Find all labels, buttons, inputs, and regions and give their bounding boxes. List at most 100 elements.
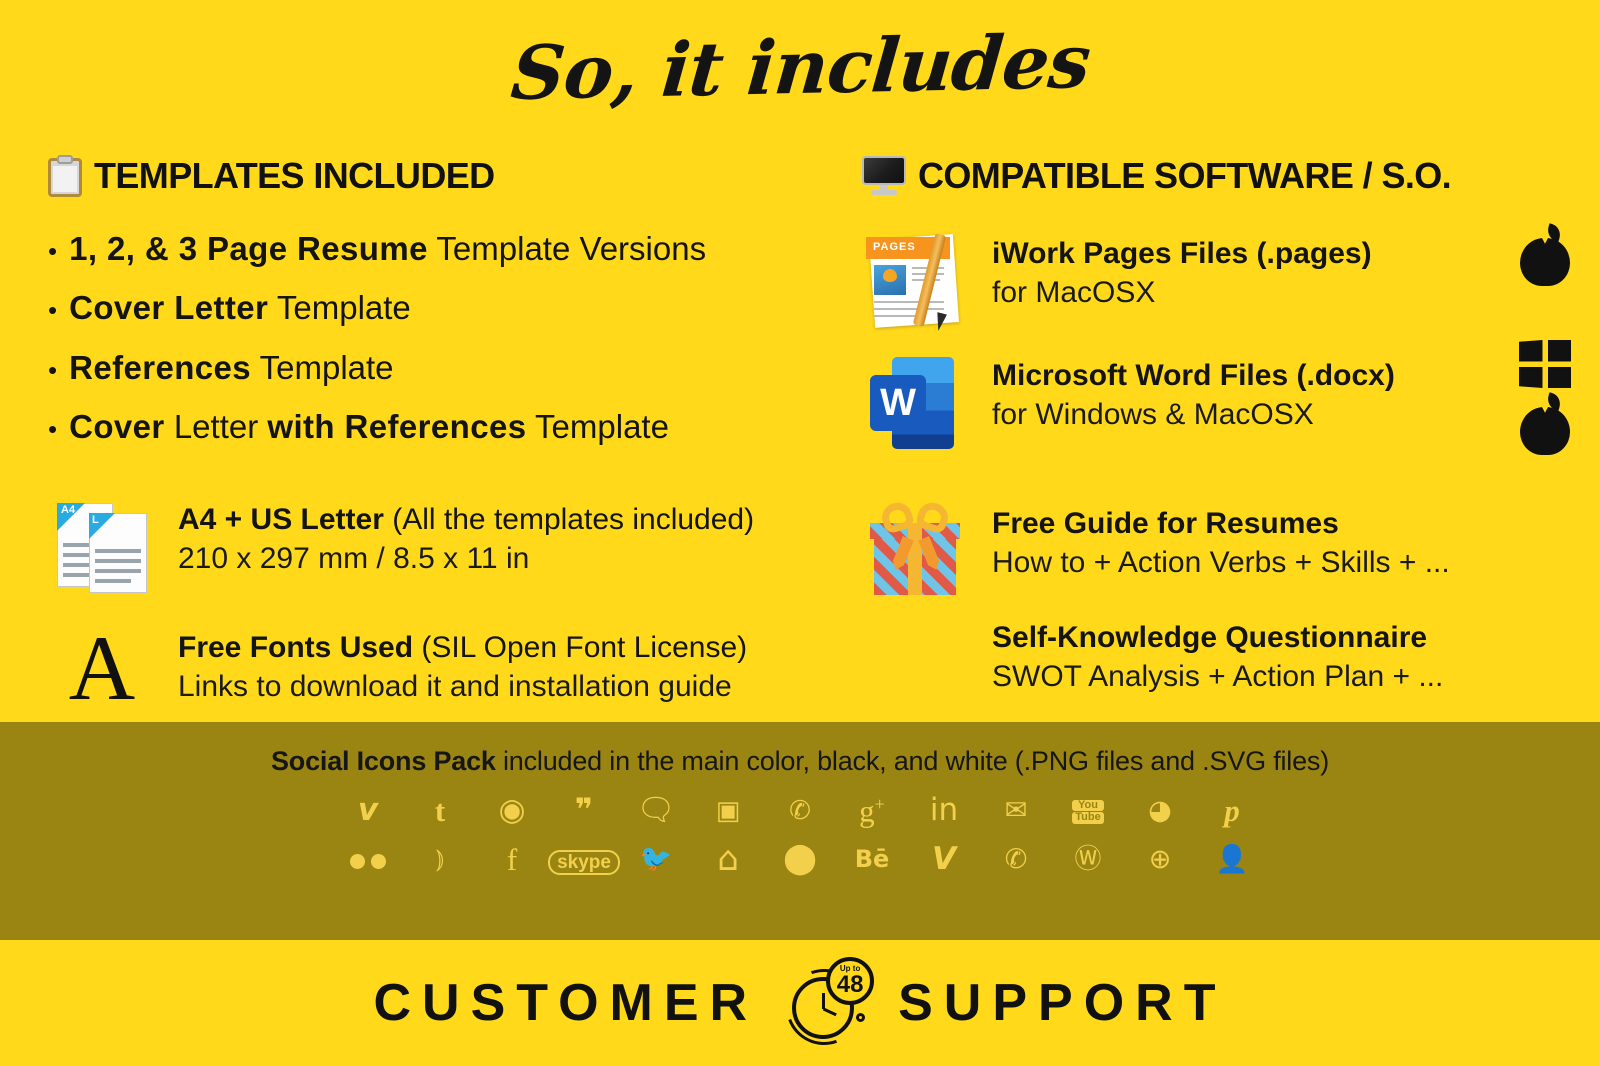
feature-text: A4 + US Letter (All the templates includ…: [178, 497, 754, 578]
list-item-text: Template Versions: [427, 230, 707, 267]
instagram-icon[interactable]: ▣: [692, 798, 764, 824]
twitter-icon[interactable]: 🐦: [620, 846, 692, 872]
feature-title: Free Fonts Used: [178, 631, 414, 665]
youtube-icon[interactable]: You Tube: [1052, 795, 1124, 826]
templates-column: TEMPLATES INCLUDED • 1, 2, & 3 Page Resu…: [48, 155, 848, 720]
feature-title: A4 + US Letter: [178, 503, 384, 537]
phone-call-icon[interactable]: ✆: [764, 798, 836, 824]
feature-title-line: Free Fonts Used (SIL Open Font License): [178, 629, 747, 667]
extra-title: Free Guide for Resumes: [992, 507, 1339, 540]
feature-icon-slot: PAGES: [862, 231, 970, 331]
software-heading-label: COMPATIBLE SOFTWARE / S.O.: [918, 155, 1452, 196]
os-logos-word: [1518, 340, 1572, 456]
serif-a-glyph-icon: A: [68, 617, 136, 720]
feature-icon-slot: W: [862, 353, 970, 453]
extra-subtitle: How to + Action Verbs + Skills + ...: [992, 545, 1450, 579]
infographic-page: So, it includes TEMPLATES INCLUDED • 1, …: [0, 0, 1600, 1066]
quote-icon[interactable]: ❞: [548, 795, 620, 826]
a4-letter-documents-icon: A4 L: [53, 497, 151, 594]
compatible-software-column: COMPATIBLE SOFTWARE / S.O. PAGES iWork P…: [862, 155, 1562, 696]
feature-icon-slot: A4 L: [48, 497, 156, 594]
feature-text: Free Fonts Used (SIL Open Font License) …: [178, 625, 747, 706]
templates-heading: TEMPLATES INCLUDED: [48, 155, 848, 197]
camera-shutter-icon[interactable]: ◕: [1124, 797, 1196, 824]
linkedin-icon[interactable]: in: [908, 795, 980, 826]
clipboard-icon: [48, 155, 82, 197]
social-band-title: Social Icons Pack included in the main c…: [0, 722, 1600, 777]
social-band-title-bold: Social Icons Pack: [270, 746, 496, 776]
wordpress-icon[interactable]: Ⓦ: [1052, 846, 1124, 873]
footer-left-word: CUSTOMER: [373, 974, 759, 1032]
list-item-text: Letter: [164, 407, 268, 445]
location-pin-icon[interactable]: ⬤: [764, 844, 836, 874]
social-band-title-rest: included in the main color, black, and w…: [495, 746, 1330, 776]
monitor-icon: [862, 156, 906, 196]
page-title: So, it includes: [0, 19, 1600, 117]
extra-row-free-guide: Free Guide for Resumes How to + Action V…: [862, 499, 1562, 601]
social-icon-row-1: v t ◉ ❞ 🗨 ▣ ✆ g+ in ✉ You Tube ◕ p: [0, 795, 1600, 827]
list-item-text-2: Template: [526, 407, 669, 445]
behance-icon[interactable]: Bē: [836, 847, 908, 871]
pinterest-icon[interactable]: p: [1196, 795, 1268, 826]
list-item: • Cover Letter with References Template: [48, 407, 848, 445]
apple-logo: [1518, 223, 1572, 287]
list-item-bold: Cover: [69, 407, 165, 445]
extra-subtitle: SWOT Analysis + Action Plan + ...: [992, 659, 1444, 693]
templates-bullet-list: • 1, 2, & 3 Page Resume Template Version…: [48, 230, 848, 445]
feature-text: iWork Pages Files (.pages) for MacOSX: [992, 231, 1372, 312]
feature-subtitle: Links to download it and installation gu…: [178, 669, 732, 703]
list-item: • References Template: [48, 349, 848, 386]
templates-heading-label: TEMPLATES INCLUDED: [94, 155, 495, 196]
software-subtitle: for Windows & MacOSX: [992, 397, 1314, 431]
feature-text: Microsoft Word Files (.docx) for Windows…: [992, 353, 1395, 434]
rss-icon[interactable]: ⦆: [404, 846, 476, 872]
software-row-pages: PAGES iWork Pages Files (.pages) for Mac…: [862, 231, 1562, 331]
person-icon[interactable]: 👤: [1196, 846, 1268, 873]
bullet-dot-icon: •: [48, 295, 58, 326]
os-logos-pages: [1518, 223, 1572, 287]
feature-title-line: A4 + US Letter (All the templates includ…: [178, 501, 754, 539]
badge-number: 48: [836, 971, 864, 998]
bullet-dot-icon: •: [48, 354, 58, 385]
extra-row-questionnaire: Self-Knowledge Questionnaire SWOT Analys…: [862, 615, 1562, 696]
podcast-icon[interactable]: ◉: [476, 795, 548, 826]
pages-icon-label: PAGES: [873, 241, 916, 253]
facebook-icon[interactable]: f: [476, 844, 548, 875]
bullet-dot-icon: •: [48, 413, 58, 444]
list-item: • Cover Letter Template: [48, 290, 848, 326]
extra-title: Self-Knowledge Questionnaire: [992, 621, 1428, 654]
globe-www-icon[interactable]: ⊕: [1124, 846, 1196, 873]
apple-logo: [1518, 392, 1572, 456]
feature-icon-slot: [862, 499, 970, 601]
word-icon-letter: W: [870, 375, 926, 431]
social-icons-band: Social Icons Pack included in the main c…: [0, 722, 1600, 940]
vimeo-icon[interactable]: v: [332, 795, 404, 826]
whatsapp-icon[interactable]: ✆: [980, 846, 1052, 873]
chat-bubble-icon[interactable]: 🗨: [620, 795, 692, 826]
list-item-text: Template: [268, 289, 411, 327]
list-item-bold: Cover Letter: [69, 289, 269, 327]
pages-app-icon: PAGES: [866, 231, 966, 331]
email-icon[interactable]: ✉: [980, 797, 1052, 824]
software-row-word: W Microsoft Word Files (.docx) for Windo…: [862, 353, 1562, 453]
feature-icon-slot: A: [48, 617, 156, 720]
tumblr-icon[interactable]: t: [404, 795, 476, 826]
skype-icon[interactable]: skype: [548, 843, 620, 876]
feature-free-fonts: A Free Fonts Used (SIL Open Font License…: [48, 617, 848, 720]
google-plus-icon[interactable]: g+: [836, 795, 908, 826]
feature-title-rest: (All the templates included): [383, 503, 755, 537]
list-item: • 1, 2, & 3 Page Resume Template Version…: [48, 230, 848, 267]
list-item-bold-2: with References: [267, 407, 527, 445]
flickr-icon[interactable]: [332, 844, 404, 875]
clock-48h-icon: Up to 48: [773, 955, 876, 1058]
page-title-text: So, it includes: [507, 18, 1093, 118]
footer-right-word: SUPPORT: [898, 974, 1227, 1032]
list-item-bold: 1, 2, & 3 Page Resume: [69, 230, 428, 267]
software-subtitle: for MacOSX: [992, 275, 1156, 309]
social-icon-row-2: ⦆ f skype 🐦 ⌂ ⬤ Bē V ✆ Ⓦ ⊕ 👤: [0, 842, 1600, 876]
windows-logo: [1519, 340, 1571, 388]
feature-subtitle: 210 x 297 mm / 8.5 x 11 in: [178, 541, 530, 575]
vine-icon[interactable]: V: [908, 843, 980, 875]
home-icon[interactable]: ⌂: [692, 842, 764, 876]
feature-title-rest: (SIL Open Font License): [413, 631, 748, 665]
